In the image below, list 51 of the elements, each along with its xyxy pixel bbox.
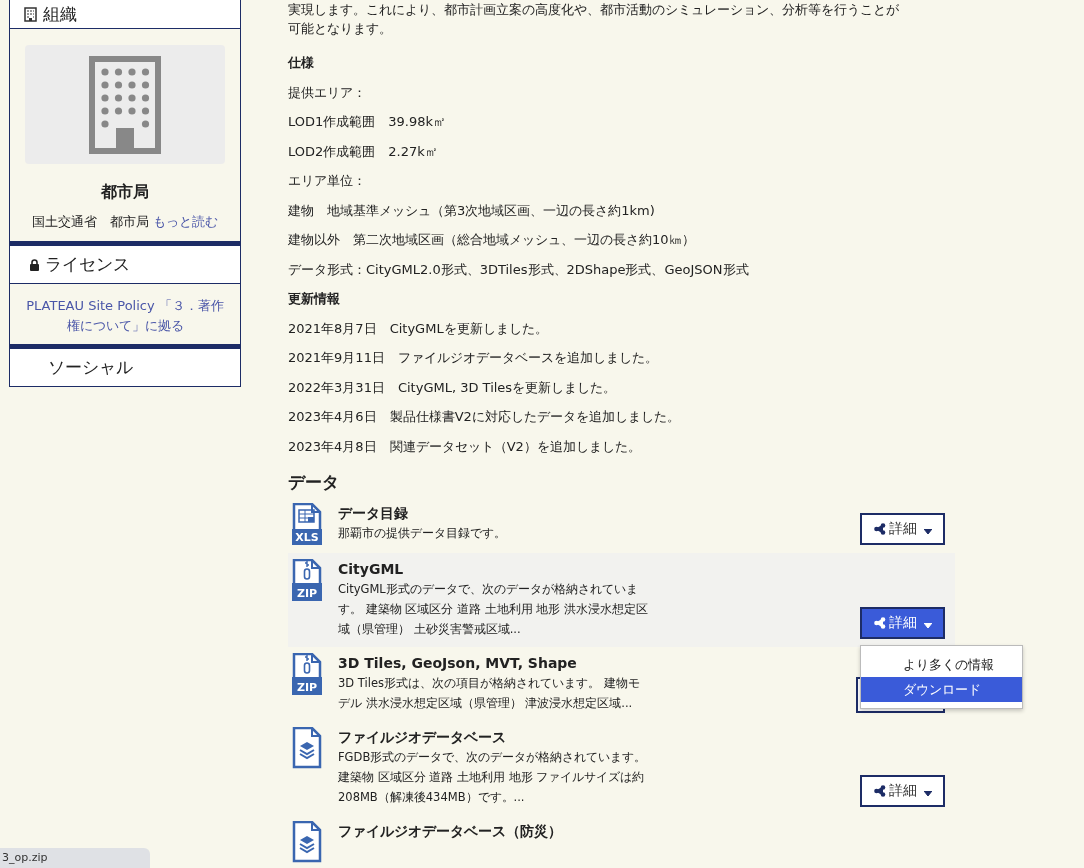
database-file-icon (292, 727, 322, 769)
share-icon (873, 617, 886, 629)
section-heading: データ (288, 471, 340, 494)
menu-item[interactable]: ダウンロード (861, 677, 1022, 702)
update-text: 2021年9月11日 ファイルジオデータベースを追加しました。 (288, 349, 659, 367)
status-bar: 3_op.zip (0, 848, 150, 868)
item-description: CityGML形式のデータで、次のデータが格納されています。 建築物 区域区分 道路 土地利用 地形 洪水浸水想定区域（県管理） 土砂災害警戒区域... (338, 581, 648, 638)
details-button[interactable]: 詳細 (860, 607, 945, 639)
details-button[interactable]: 詳細 (860, 513, 945, 545)
section-heading: 組織 (43, 2, 77, 26)
subheading: 仕様 (288, 54, 315, 72)
database-file-icon (292, 821, 322, 863)
update-text: 2022年3月31日 CityGML, 3D Tilesを更新しました。 (288, 378, 618, 397)
spec-text: 提供エリア： (288, 83, 367, 102)
lock-icon (30, 258, 39, 271)
subheading: 更新情報 (288, 290, 341, 308)
item-title[interactable]: データ目録 (338, 503, 656, 523)
item-title[interactable]: CityGML (338, 559, 656, 579)
spec-text: LOD2作成範囲 2.27k㎡ (288, 142, 439, 161)
share-icon (873, 785, 886, 797)
share-icon (873, 523, 886, 535)
zip-file-icon: ZIP (292, 559, 322, 601)
update-text: 2023年4月8日 関連データセット（V2）を追加しました。 (288, 437, 642, 456)
update-text: 2023年4月6日 製品仕様書V2に対応したデータを追加しました。 (288, 408, 681, 426)
spreadsheet-file-icon: XLS (292, 503, 322, 545)
item-title[interactable]: ファイルジオデータベース（防災） (338, 821, 656, 841)
spec-text: 建物 地域基準メッシュ（第3次地域区画、一辺の長さ約1km) (288, 201, 656, 220)
item-description: 那覇市の提供データ目録です。 (338, 525, 507, 542)
section-heading: ライセンス (45, 253, 130, 276)
item-description: FGDB形式のデータで、次のデータが格納されています。建築物 区域区分 道路 土地利用 地形 ファイルサイズは約208MB（解凍後434MB）です。... (338, 749, 648, 806)
building-icon (24, 6, 37, 22)
spec-text: データ形式：CityGML2.0形式、3DTiles形式、2DShape形式、GeoJSON形式 (288, 260, 750, 279)
spec-text: 建物以外 第二次地域区画（総合地域メッシュ、一辺の長さ約10㎞） (288, 231, 696, 249)
paragraph: 実現します。これにより、都市計画立案の高度化や、都市活動のシミュレーション、分析等を行うことが 可能となります。 (288, 1, 900, 38)
item-title[interactable]: 3D Tiles, GeoJson, MVT, Shape (338, 653, 656, 673)
caret-icon (923, 529, 932, 534)
item-title[interactable]: ファイルジオデータベース (338, 727, 656, 747)
organization-description: 国土交通省 都市局 (32, 213, 149, 231)
zip-file-icon: ZIP (292, 653, 322, 695)
details-button[interactable]: 詳細 (860, 775, 945, 807)
organization-name: 都市局 (100, 182, 150, 203)
section-heading: ソーシャル (48, 356, 133, 379)
menu-item[interactable]: より多くの情報 (861, 652, 1022, 677)
read-more-link[interactable]: もっと読む (153, 213, 218, 231)
update-text: 2021年8月7日 CityGMLを更新しました。 (288, 319, 549, 338)
caret-icon (923, 623, 932, 628)
building-icon (89, 55, 161, 154)
item-description: 3D Tiles形式は、次の項目が格納されています。 建物モデル 洪水浸水想定区域（県管理） 津波浸水想定区域... (338, 675, 641, 712)
caret-icon (923, 791, 932, 796)
spec-text: LOD1作成範囲 39.98k㎡ (288, 113, 448, 131)
spec-text: エリア単位： (288, 172, 367, 190)
